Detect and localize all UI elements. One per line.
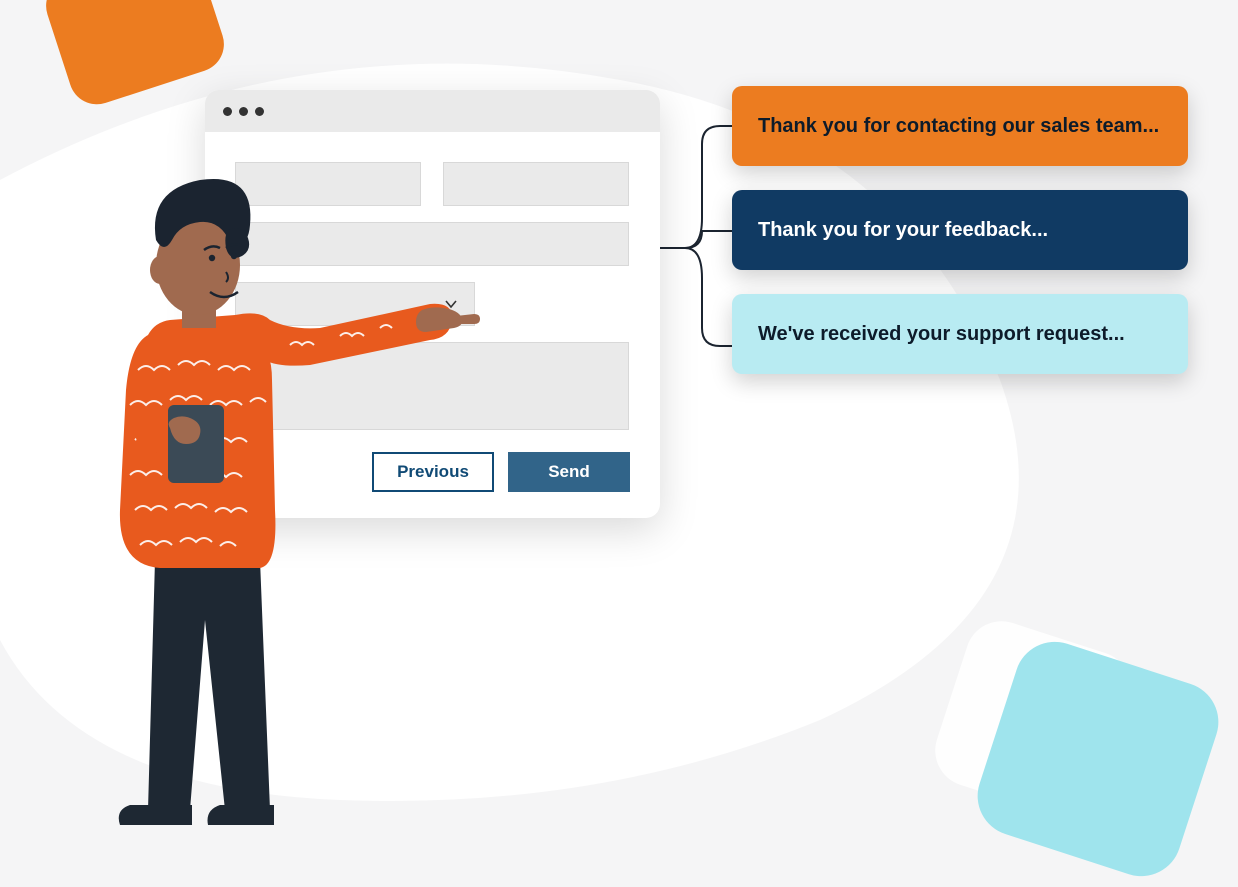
response-card-text: Thank you for your feedback...: [758, 219, 1048, 242]
connector-lines: [660, 118, 740, 398]
send-button[interactable]: Send: [508, 452, 630, 492]
window-dot-icon: [223, 107, 232, 116]
window-dot-icon: [239, 107, 248, 116]
response-card-text: Thank you for contacting our sales team.…: [758, 115, 1159, 138]
window-titlebar: [205, 90, 660, 132]
response-card-text: We've received your support request...: [758, 323, 1125, 346]
window-dot-icon: [255, 107, 264, 116]
response-card-support: We've received your support request...: [732, 294, 1188, 374]
response-card-feedback: Thank you for your feedback...: [732, 190, 1188, 270]
decorative-blob-cyan-group: [948, 604, 1208, 834]
person-illustration: [60, 170, 490, 825]
response-cards-group: Thank you for contacting our sales team.…: [732, 86, 1192, 374]
response-card-sales: Thank you for contacting our sales team.…: [732, 86, 1188, 166]
